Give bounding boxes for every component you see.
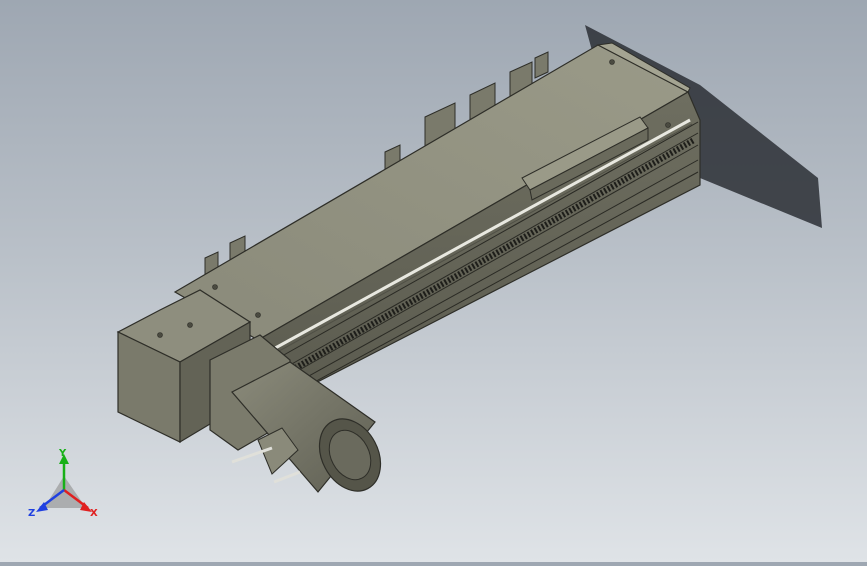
coordinate-triad: Y X Z: [26, 448, 104, 524]
z-axis-label: Z: [28, 508, 35, 519]
linear-actuator-model[interactable]: [0, 0, 867, 562]
x-axis-label: X: [90, 508, 98, 519]
y-axis-label: Y: [58, 448, 67, 459]
cable-2: [273, 470, 301, 484]
3d-viewport[interactable]: [0, 0, 867, 562]
